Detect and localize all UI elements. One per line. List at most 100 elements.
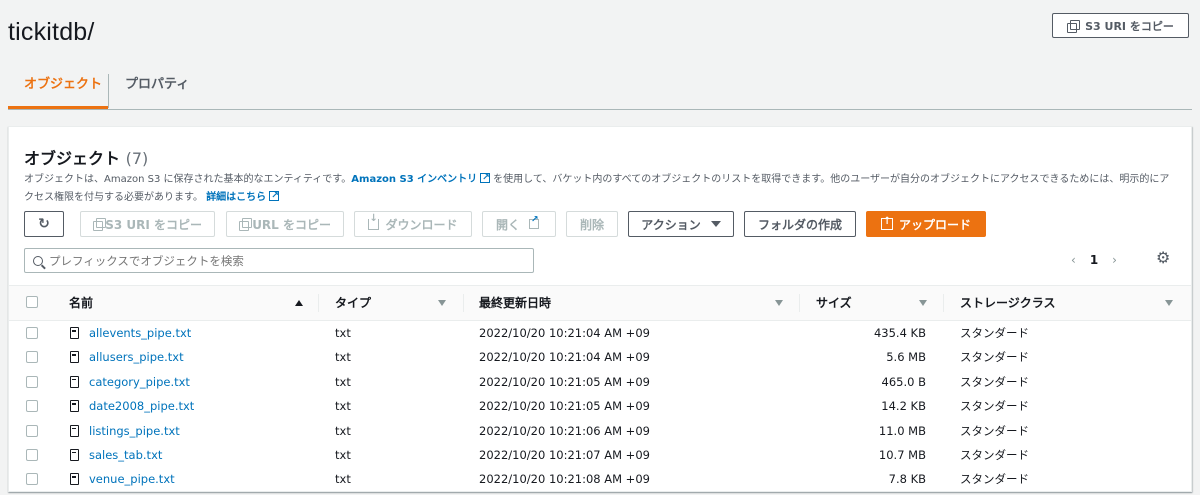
- sort-icon[interactable]: [775, 300, 783, 306]
- table-row: listings_pipe.txt txt 2022/10/20 10:21:0…: [9, 419, 1191, 443]
- refresh-button[interactable]: ↻: [24, 211, 64, 237]
- object-size: 435.4 KB: [873, 326, 926, 340]
- object-size: 10.7 MB: [878, 447, 926, 462]
- copy-url-button[interactable]: URL をコピー: [226, 211, 344, 237]
- tab-properties[interactable]: プロパティ: [125, 70, 189, 109]
- caret-down-icon: [710, 221, 721, 227]
- object-storage-class: スタンダード: [960, 472, 1029, 487]
- sort-icon[interactable]: [438, 300, 446, 306]
- panel-title: オブジェクト (7): [24, 145, 148, 169]
- object-name-link[interactable]: category_pipe.txt: [89, 370, 190, 394]
- copy-url-label: URL をコピー: [252, 217, 331, 232]
- copy-icon: [93, 218, 107, 231]
- object-type: txt: [335, 423, 351, 438]
- file-icon: [70, 424, 79, 437]
- search-box[interactable]: [24, 248, 534, 273]
- file-icon: [70, 375, 79, 388]
- sort-icon[interactable]: [919, 300, 927, 306]
- col-size[interactable]: サイズ: [816, 286, 852, 320]
- row-checkbox[interactable]: [26, 351, 38, 364]
- delete-button[interactable]: 削除: [566, 211, 618, 237]
- tab-bar: オブジェクト プロパティ: [8, 70, 1192, 110]
- object-size: 5.6 MB: [886, 350, 926, 365]
- external-link-icon[interactable]: [480, 169, 491, 187]
- refresh-icon: ↻: [38, 216, 50, 232]
- copy-s3-uri-button[interactable]: S3 URI をコピー: [1052, 13, 1189, 38]
- col-type[interactable]: タイプ: [335, 286, 371, 320]
- desc-text-1: オブジェクトは、Amazon S3 に保存された基本的なエンティティです。: [24, 174, 352, 185]
- table-body: allevents_pipe.txt txt 2022/10/20 10:21:…: [9, 321, 1191, 492]
- panel-description: オブジェクトは、Amazon S3 に保存された基本的なエンティティです。Ama…: [24, 169, 1174, 207]
- object-name-link[interactable]: allevents_pipe.txt: [89, 321, 191, 345]
- object-name-link[interactable]: venue_pipe.txt: [89, 467, 175, 491]
- tab-divider: [108, 74, 109, 108]
- page-number[interactable]: 1: [1090, 253, 1098, 267]
- table-row: allevents_pipe.txt txt 2022/10/20 10:21:…: [9, 321, 1191, 345]
- gear-icon[interactable]: ⚙: [1156, 248, 1170, 267]
- col-name[interactable]: 名前: [69, 286, 93, 320]
- next-page-icon[interactable]: ›: [1112, 253, 1117, 267]
- column-divider: [799, 294, 800, 312]
- copy-icon: [239, 218, 253, 231]
- object-count: (7): [125, 149, 149, 168]
- objects-table: 名前 タイプ 最終更新日時 サイズ ストレージクラス allevents_pip…: [9, 285, 1191, 492]
- object-name-link[interactable]: listings_pipe.txt: [89, 419, 180, 443]
- object-size: 465.0 B: [881, 374, 926, 389]
- object-modified: 2022/10/20 10:21:08 AM +09: [479, 472, 650, 487]
- table-header: 名前 タイプ 最終更新日時 サイズ ストレージクラス: [9, 285, 1191, 321]
- select-all-checkbox[interactable]: [26, 296, 38, 308]
- external-link-icon: [529, 215, 539, 229]
- sort-icon[interactable]: [1165, 300, 1173, 306]
- search-icon: [33, 255, 43, 266]
- object-storage-class: スタンダード: [960, 447, 1029, 462]
- tab-objects[interactable]: オブジェクト: [8, 70, 108, 109]
- object-type: txt: [335, 350, 351, 365]
- copy-s3-uri-toolbar-button[interactable]: S3 URI をコピー: [80, 211, 215, 237]
- actions-label: アクション: [641, 217, 701, 232]
- download-icon: [368, 213, 380, 230]
- upload-label: アップロード: [898, 217, 971, 232]
- col-storage-class[interactable]: ストレージクラス: [960, 286, 1056, 320]
- sort-ascending-icon[interactable]: [295, 300, 303, 306]
- object-name-link[interactable]: allusers_pipe.txt: [89, 345, 184, 369]
- table-row: sales_tab.txt txt 2022/10/20 10:21:07 AM…: [9, 443, 1191, 467]
- objects-panel: オブジェクト (7) オブジェクトは、Amazon S3 に保存された基本的なエ…: [8, 126, 1192, 492]
- open-label: 開く: [495, 217, 520, 232]
- object-name-link[interactable]: sales_tab.txt: [89, 443, 162, 467]
- object-storage-class: スタンダード: [960, 399, 1029, 414]
- delete-label: 削除: [579, 217, 604, 232]
- table-row: category_pipe.txt txt 2022/10/20 10:21:0…: [9, 370, 1191, 394]
- object-storage-class: スタンダード: [960, 423, 1029, 438]
- col-last-modified[interactable]: 最終更新日時: [479, 286, 551, 320]
- copy-icon: [1067, 19, 1081, 33]
- panel-title-text: オブジェクト: [24, 149, 121, 168]
- prev-page-icon[interactable]: ‹: [1071, 253, 1076, 267]
- row-checkbox[interactable]: [26, 473, 38, 486]
- row-checkbox[interactable]: [26, 327, 38, 339]
- row-checkbox[interactable]: [26, 375, 38, 388]
- row-checkbox[interactable]: [26, 424, 38, 437]
- download-button[interactable]: ダウンロード: [354, 211, 472, 237]
- actions-dropdown[interactable]: アクション: [628, 211, 734, 237]
- open-button[interactable]: 開く: [482, 211, 556, 237]
- upload-button[interactable]: アップロード: [866, 211, 986, 237]
- s3-bucket-page: tickitdb/ S3 URI をコピー オブジェクト プロパティ オブジェク…: [0, 0, 1200, 495]
- learn-more-link[interactable]: 詳細はこちら: [206, 192, 266, 203]
- object-name-link[interactable]: date2008_pipe.txt: [89, 394, 194, 418]
- create-folder-button[interactable]: フォルダの作成: [744, 211, 856, 237]
- copy-s3-uri-label: S3 URI をコピー: [1085, 19, 1174, 33]
- object-storage-class: スタンダード: [960, 350, 1029, 365]
- external-link-icon[interactable]: [269, 187, 280, 205]
- page-title: tickitdb/: [8, 18, 95, 46]
- copy-s3-uri-toolbar-label: S3 URI をコピー: [105, 217, 202, 232]
- row-checkbox[interactable]: [26, 400, 38, 413]
- object-size: 7.8 KB: [888, 472, 926, 487]
- search-input[interactable]: [49, 253, 519, 268]
- file-icon: [70, 448, 79, 461]
- upload-icon: [880, 216, 893, 230]
- pagination: ‹ 1 ›: [1071, 249, 1117, 271]
- download-label: ダウンロード: [385, 217, 458, 232]
- inventory-link[interactable]: Amazon S3 インベントリ: [351, 174, 477, 185]
- row-checkbox[interactable]: [26, 448, 38, 461]
- file-icon: [70, 351, 79, 364]
